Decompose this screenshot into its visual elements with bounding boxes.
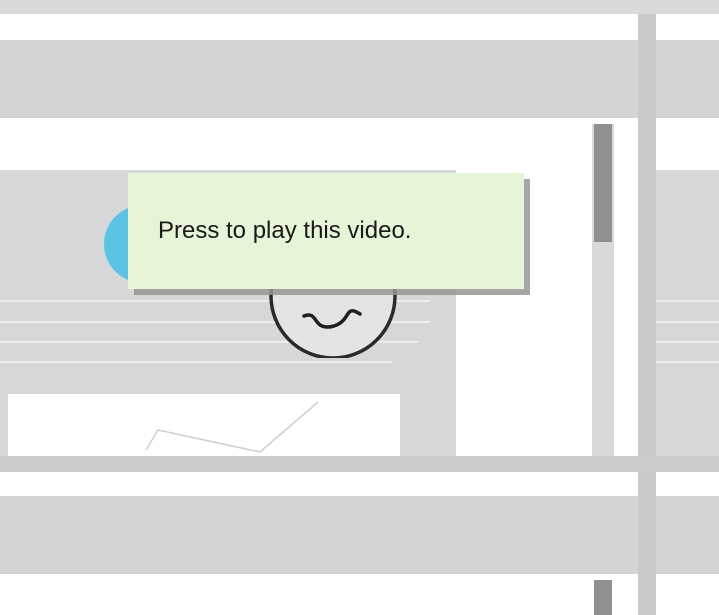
tooltip-text: Press to play this video. (158, 217, 412, 244)
section-divider (0, 456, 719, 472)
side-card (656, 170, 719, 460)
card-text-line (0, 361, 392, 363)
side-card-line (656, 321, 719, 323)
preview-line-graphic (145, 401, 319, 453)
side-card-line (656, 341, 719, 343)
header-band (0, 40, 719, 118)
scrollbar-thumb[interactable] (594, 124, 612, 242)
lower-header-band (0, 496, 719, 574)
side-card-line (656, 361, 719, 363)
lower-scrollbar-thumb[interactable] (594, 580, 612, 615)
play-video-tooltip: Press to play this video. (128, 173, 524, 289)
video-help-screen: Press to play this video. (0, 0, 719, 615)
chart-preview (8, 394, 400, 460)
side-card-line (656, 300, 719, 302)
panel-divider-lower (638, 472, 656, 615)
top-strip (0, 0, 719, 14)
